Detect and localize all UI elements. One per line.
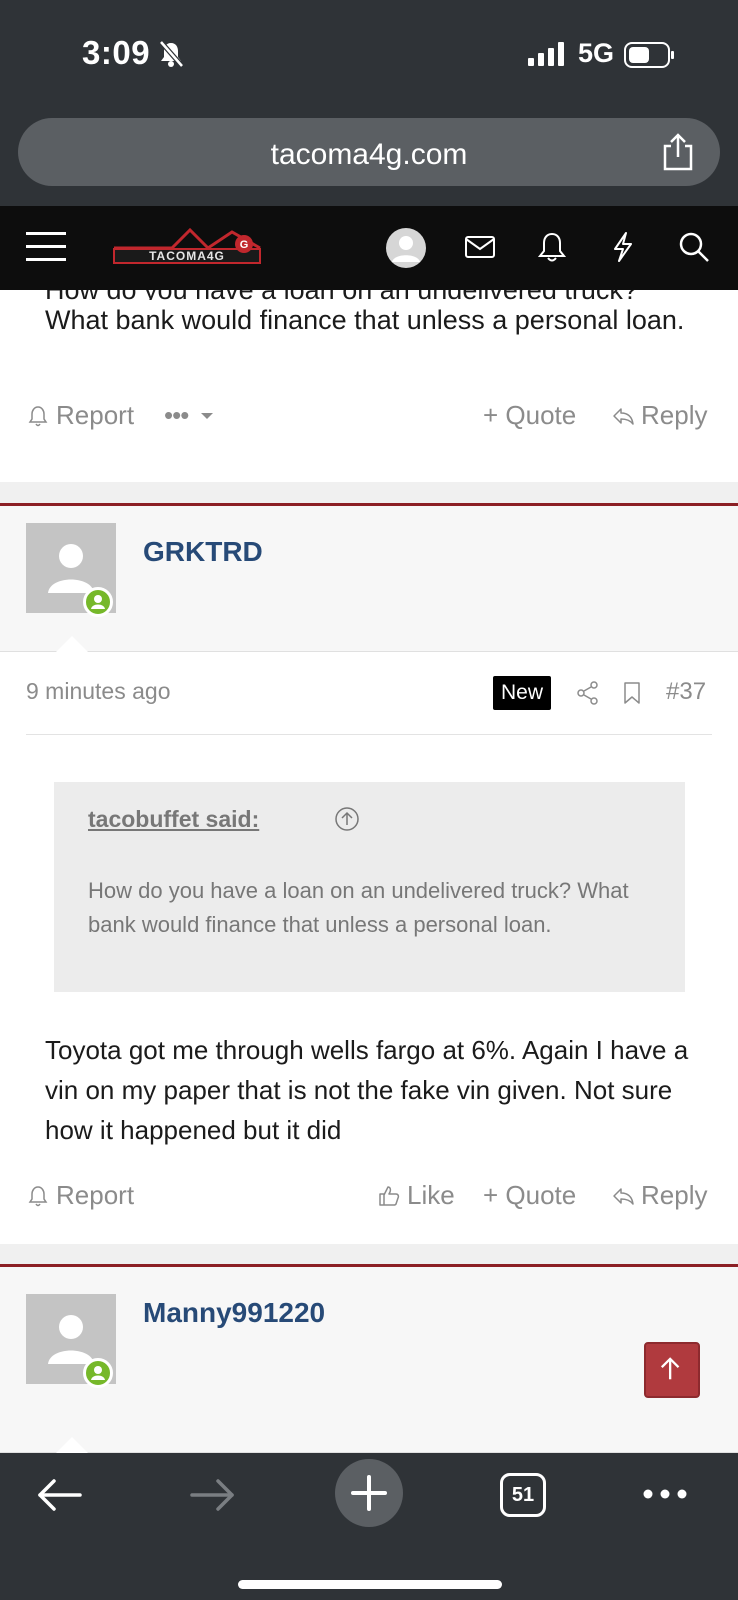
bell-icon	[28, 1185, 48, 1206]
post-message-cut-line: How do you have a loan on an undelivered…	[45, 290, 705, 300]
arrow-up-icon	[660, 1357, 680, 1380]
new-badge: New	[493, 676, 551, 710]
bookmark-icon[interactable]	[619, 680, 645, 706]
username[interactable]: Manny991220	[143, 1297, 325, 1329]
quote-button[interactable]: + Quote	[483, 400, 576, 431]
user-icon	[392, 236, 420, 262]
status-bar: 3:09 5G	[0, 0, 738, 108]
previous-post: How do you have a loan on an undelivered…	[0, 290, 738, 482]
thread-content: How do you have a loan on an undelivered…	[0, 290, 738, 1453]
quote-block: tacobuffet said: How do you have a loan …	[54, 782, 685, 992]
post-user-block: GRKTRD	[0, 506, 738, 652]
report-label: Report	[56, 400, 135, 430]
post-actions: Report Like + Quote Reply	[0, 1180, 738, 1220]
thumbs-up-icon	[379, 1185, 400, 1206]
lightning-icon[interactable]	[606, 230, 640, 264]
quote-button[interactable]: + Quote	[483, 1180, 576, 1211]
post-37: 9 minutes ago New #37 tacobuffet said: H…	[0, 652, 738, 1244]
plus-icon	[351, 1475, 387, 1511]
report-label: Report	[56, 1180, 135, 1210]
url-text[interactable]: tacoma4g.com	[18, 138, 720, 172]
network-type: 5G	[578, 38, 615, 68]
quote-label: + Quote	[483, 1180, 577, 1210]
home-indicator[interactable]	[238, 1580, 502, 1589]
post-message: How do you have a loan on an undelivered…	[45, 290, 705, 340]
reply-label: Reply	[641, 1180, 708, 1210]
post-user-block: Manny991220	[0, 1267, 738, 1453]
reply-label: Reply	[641, 400, 708, 430]
quote-author[interactable]: tacobuffet said:	[88, 806, 259, 833]
signal-icon	[528, 42, 564, 66]
site-logo[interactable]: TACOMA4G G	[112, 222, 262, 274]
new-tab-button[interactable]	[335, 1459, 403, 1527]
online-status-icon	[83, 587, 113, 617]
scroll-to-top-button[interactable]	[644, 1342, 700, 1398]
more-icon[interactable]	[642, 1487, 688, 1501]
browser-toolbar: 51	[0, 1453, 738, 1600]
reply-icon	[613, 1187, 634, 1205]
report-button[interactable]: Report	[26, 400, 134, 431]
post-actions: Report ••• + Quote Reply	[0, 400, 738, 440]
post-number[interactable]: #37	[666, 678, 706, 706]
more-options-button[interactable]: •••	[164, 400, 216, 431]
quote-text: How do you have a loan on an undelivered…	[88, 878, 629, 937]
report-button[interactable]: Report	[26, 1180, 134, 1211]
chevron-down-icon	[201, 412, 214, 419]
tabs-button[interactable]: 51	[500, 1473, 546, 1517]
share-icon[interactable]	[660, 132, 696, 172]
site-header: TACOMA4G G	[0, 206, 738, 290]
like-label: Like	[407, 1180, 455, 1210]
menu-icon[interactable]	[26, 230, 68, 264]
bell-icon	[28, 405, 48, 426]
browser-address-area: tacoma4g.com	[0, 108, 738, 206]
reply-button[interactable]: Reply	[611, 400, 707, 431]
username[interactable]: GRKTRD	[143, 536, 263, 568]
post-message-text: What bank would finance that unless a pe…	[45, 305, 685, 335]
divider	[26, 734, 712, 735]
back-arrow-icon[interactable]	[36, 1477, 82, 1513]
share-icon[interactable]	[575, 680, 601, 706]
address-bar[interactable]: tacoma4g.com	[18, 118, 720, 186]
clock: 3:09	[82, 34, 151, 71]
svg-text:TACOMA4G: TACOMA4G	[149, 249, 225, 263]
post-message: Toyota got me through wells fargo at 6%.…	[45, 1035, 689, 1145]
like-button[interactable]: Like	[377, 1180, 455, 1211]
reply-icon	[613, 407, 634, 425]
battery-icon	[624, 42, 674, 68]
user-block-pointer	[56, 1437, 88, 1453]
svg-text:G: G	[240, 239, 249, 251]
search-icon[interactable]	[677, 230, 711, 264]
account-avatar[interactable]	[386, 228, 426, 268]
ellipsis-icon: •••	[164, 400, 189, 430]
bell-muted-icon	[159, 40, 184, 68]
forward-arrow-icon[interactable]	[190, 1477, 236, 1513]
bell-icon[interactable]	[535, 230, 569, 264]
reply-button[interactable]: Reply	[611, 1180, 707, 1211]
post-time[interactable]: 9 minutes ago	[26, 678, 170, 705]
quote-label: + Quote	[483, 400, 577, 430]
online-status-icon	[83, 1358, 113, 1388]
arrow-up-circle-icon[interactable]	[334, 806, 360, 832]
mail-icon[interactable]	[463, 230, 497, 264]
user-block-pointer	[56, 636, 88, 652]
